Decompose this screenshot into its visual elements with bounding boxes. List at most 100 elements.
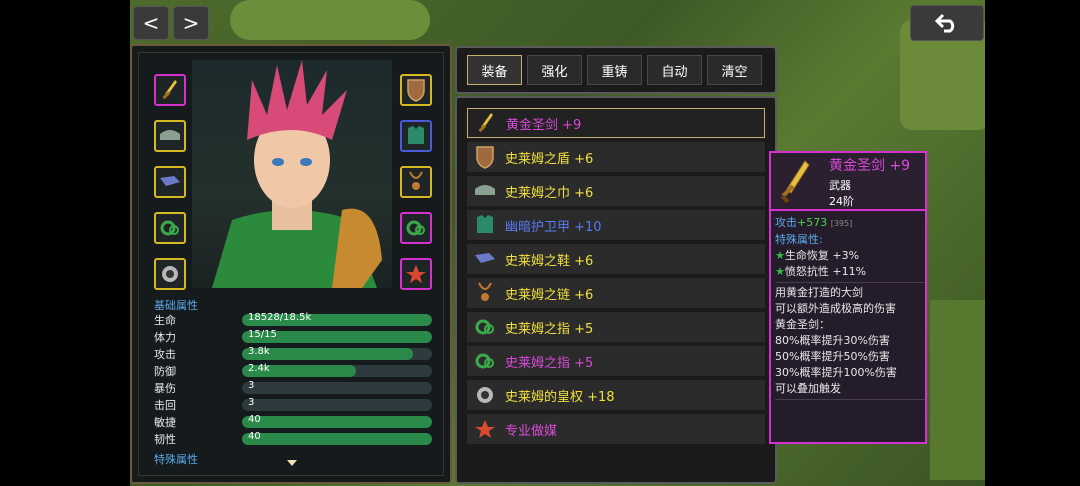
scroll-down-icon[interactable]: [287, 460, 297, 466]
detail-attack: 攻击+573 [395]: [775, 216, 853, 229]
equipment-item[interactable]: 史莱姆之指 +5: [467, 346, 765, 376]
stat-bar: [242, 348, 432, 360]
necklace-icon: [409, 171, 423, 190]
detail-effect-2: 50%概率提升50%伤害: [775, 350, 890, 363]
stat-bar-fill: [242, 433, 432, 445]
stat-label: 攻击: [154, 348, 176, 361]
stat-row: 击回 3: [154, 397, 434, 413]
detail-effect-title: 黄金圣剑：: [775, 318, 830, 331]
slot-ring-left[interactable]: [154, 212, 186, 244]
stat-value: 40: [248, 414, 261, 425]
next-label: >: [182, 11, 200, 35]
letterbox-right: [985, 0, 1080, 486]
equipment-item-name: 史莱姆之指 +5: [505, 321, 594, 337]
stat-row: 攻击 3.8k: [154, 346, 434, 362]
stat-value: 15/15: [248, 329, 277, 340]
slot-ring-right[interactable]: [400, 212, 432, 244]
detail-item-tier: 24阶: [829, 195, 854, 208]
prev-hero-button[interactable]: <: [133, 6, 169, 40]
slot-necklace[interactable]: [400, 166, 432, 198]
stat-value: 2.4k: [248, 363, 270, 374]
detail-special-1: ★生命恢复 +3%: [775, 249, 860, 262]
detail-effect-3: 30%概率提升100%伤害: [775, 366, 897, 379]
cupid-icon: [406, 265, 426, 283]
ring-icon: [406, 220, 425, 236]
equipment-item-name: 专业做媒: [505, 423, 558, 439]
equipment-item[interactable]: 史莱姆的皇权 +18: [467, 380, 765, 410]
sword-icon: [162, 80, 177, 100]
tab-reforge[interactable]: 重铸: [587, 55, 642, 85]
detail-effect-4: 可以叠加触发: [775, 382, 841, 395]
equipment-item-name: 史莱姆的皇权 +18: [505, 389, 615, 405]
detail-special-2: ★愤怒抗性 +11%: [775, 265, 867, 278]
back-button[interactable]: [910, 5, 984, 41]
shield-icon: [473, 145, 497, 169]
tab-clear[interactable]: 清空: [707, 55, 762, 85]
slot-special[interactable]: [400, 258, 432, 290]
item-detail-popup: 黄金圣剑 +9 武器 24阶 攻击+573 [395] 特殊属性: ★生命恢复 …: [769, 151, 927, 444]
equipment-item[interactable]: 史莱姆之巾 +6: [467, 176, 765, 206]
slot-armor[interactable]: [400, 120, 432, 152]
sword-icon: [474, 111, 498, 135]
equipment-item[interactable]: 史莱姆之链 +6: [467, 278, 765, 308]
ring-icon: [473, 349, 497, 373]
stat-row: 暴伤 3: [154, 380, 434, 396]
hero-panel: 基础属性 生命 18528/18.5k 体力 15/15 攻击 3.8k 防御 2.4k 暴伤 3…: [130, 44, 452, 484]
tab-equip[interactable]: 装备: [467, 55, 522, 85]
slot-boots[interactable]: [154, 166, 186, 198]
ring-icon: [160, 220, 179, 236]
stat-row: 防御 2.4k: [154, 363, 434, 379]
stat-label: 体力: [154, 331, 176, 344]
stat-bar: [242, 399, 432, 411]
stat-value: 3.8k: [248, 346, 270, 357]
detail-effect-1: 80%概率提升30%伤害: [775, 334, 890, 347]
stat-value: 3: [248, 397, 255, 408]
slot-weapon[interactable]: [154, 74, 186, 106]
detail-desc-2: 可以额外造成极高的伤害: [775, 302, 896, 315]
prev-label: <: [142, 11, 160, 35]
stat-row: 体力 15/15: [154, 329, 434, 345]
stat-bar-fill: [242, 416, 432, 428]
stat-row: 韧性 40: [154, 431, 434, 447]
ring-icon: [473, 315, 497, 339]
cupid-icon: [473, 417, 497, 441]
detail-item-type: 武器: [829, 179, 851, 192]
stat-value: 40: [248, 431, 261, 442]
hero-portrait: [192, 60, 392, 288]
slot-shield[interactable]: [400, 74, 432, 106]
equipment-item-name: 史莱姆之指 +5: [505, 355, 594, 371]
equipment-item-name: 史莱姆之鞋 +6: [505, 253, 594, 269]
shield-icon: [407, 79, 425, 102]
equipment-item[interactable]: 幽暗护卫甲 +10: [467, 210, 765, 240]
detail-body: 攻击+573 [395] 特殊属性: ★生命恢复 +3% ★愤怒抗性 +11% …: [775, 215, 925, 402]
slot-accessory[interactable]: [154, 258, 186, 290]
letterbox-left: [0, 0, 130, 486]
return-arrow-icon: [934, 13, 955, 33]
slot-head[interactable]: [154, 120, 186, 152]
boots-icon: [473, 247, 497, 271]
stat-label: 暴伤: [154, 382, 176, 395]
equipment-item[interactable]: 史莱姆之指 +5: [467, 312, 765, 342]
equipment-item-name: 史莱姆之巾 +6: [505, 185, 594, 201]
equipment-item[interactable]: 史莱姆之鞋 +6: [467, 244, 765, 274]
action-tabs: 装备 强化 重铸 自动 清空: [455, 46, 777, 94]
headband-icon: [160, 130, 180, 140]
detail-header: 黄金圣剑 +9 武器 24阶: [771, 153, 925, 211]
stat-label: 敏捷: [154, 416, 176, 429]
equipment-item[interactable]: 黄金圣剑 +9: [467, 108, 765, 138]
equipment-item[interactable]: 史莱姆之盾 +6: [467, 142, 765, 172]
detail-special-title: 特殊属性:: [775, 233, 823, 246]
stat-row: 敏捷 40: [154, 414, 434, 430]
stat-label: 生命: [154, 314, 176, 327]
headband-icon: [473, 179, 497, 203]
equipment-item[interactable]: 专业做媒: [467, 414, 765, 444]
tab-auto[interactable]: 自动: [647, 55, 702, 85]
tab-enhance[interactable]: 强化: [527, 55, 582, 85]
scepter-icon: [162, 266, 178, 282]
stat-bar: [242, 382, 432, 394]
stat-label: 韧性: [154, 433, 176, 446]
detail-item-name: 黄金圣剑 +9: [829, 158, 911, 174]
equipment-item-name: 史莱姆之链 +6: [505, 287, 594, 303]
stat-label: 击回: [154, 399, 176, 412]
next-hero-button[interactable]: >: [173, 6, 209, 40]
